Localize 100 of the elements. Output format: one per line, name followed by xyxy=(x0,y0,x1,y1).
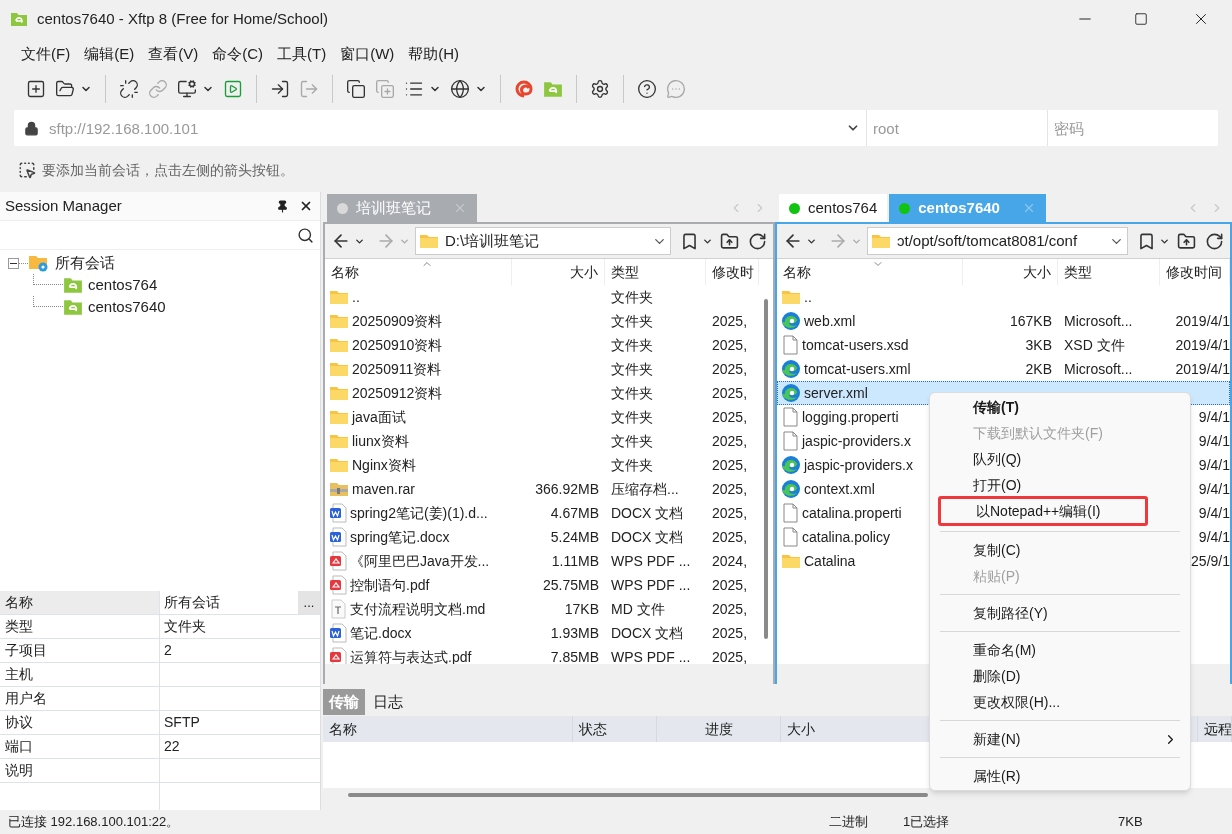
file-type: XSD 文件 xyxy=(1064,335,1125,355)
file-type: DOCX 文档 xyxy=(611,623,684,643)
file-name: spring笔记.docx xyxy=(350,527,450,547)
file-type: DOCX 文档 xyxy=(611,527,684,547)
modified-date: 2025, xyxy=(712,575,748,595)
file-type: 文件夹 xyxy=(611,383,653,403)
modified-date: 9/4/1 xyxy=(1198,479,1230,499)
modified-date: 9/4/1 xyxy=(1198,503,1230,523)
modified-date: 2025, xyxy=(712,647,748,664)
file-name: liunx资料 xyxy=(352,431,409,451)
file-name: catalina.properti xyxy=(802,503,902,523)
file-name: 《阿里巴巴Java开发... xyxy=(350,551,490,571)
modified-date: 2025, xyxy=(712,335,748,355)
file-type: Microsoft... xyxy=(1064,311,1133,331)
modified-date: 2025, xyxy=(712,431,748,451)
hint-text: 要添加当前会话，点击左侧的箭头按钮。 xyxy=(42,160,294,180)
file-name: spring2笔记(姜)(1).d... xyxy=(350,503,488,523)
file-name: 20250912资料 xyxy=(352,383,443,403)
file-type: MD 文件 xyxy=(611,599,665,619)
file-name: 20250911资料 xyxy=(352,359,442,379)
file-name: .. xyxy=(804,287,812,307)
file-type: 文件夹 xyxy=(611,455,653,475)
modified-date: 2025, xyxy=(712,599,748,619)
modified-date: 9/4/1 xyxy=(1198,407,1230,427)
file-type: 文件夹 xyxy=(611,287,653,307)
file-name: web.xml xyxy=(804,311,856,331)
window-title: centos7640 - Xftp 8 (Free for Home/School) xyxy=(37,8,328,29)
file-name: server.xml xyxy=(804,383,868,403)
modified-date: 2019/4/1 xyxy=(1175,311,1230,331)
property-name: 主机 xyxy=(5,665,33,684)
modified-date: 2025, xyxy=(712,359,748,379)
panel-title: Session Manager xyxy=(5,195,123,216)
file-name: 20250910资料 xyxy=(352,335,443,355)
file-type: DOCX 文档 xyxy=(611,503,684,523)
file-type: 压缩存档... xyxy=(611,479,679,499)
modified-date: 2024, xyxy=(712,551,748,571)
property-value: 22 xyxy=(164,737,181,756)
modified-date: 2025, xyxy=(712,479,748,499)
status-text: 二进制 xyxy=(829,813,869,832)
file-name: context.xml xyxy=(804,479,875,499)
status-text: 已连接 192.168.100.101:22。 xyxy=(7,813,181,832)
file-size: 167KB xyxy=(1009,311,1052,331)
file-name: jaspic-providers.x xyxy=(804,455,913,475)
file-name: logging.properti xyxy=(802,407,899,427)
status-text: 7KB xyxy=(1118,813,1143,832)
file-name: maven.rar xyxy=(352,479,416,499)
file-size: 17KB xyxy=(564,599,599,619)
property-value: 所有会话 xyxy=(164,593,221,612)
property-name: 端口 xyxy=(5,737,33,756)
modified-date: 2025, xyxy=(712,503,748,523)
file-size: 2KB xyxy=(1025,359,1052,379)
property-name: 类型 xyxy=(5,617,33,636)
file-size: 366.92MB xyxy=(535,479,599,499)
file-type: WPS PDF ... xyxy=(611,575,691,595)
file-name: Nginx资料 xyxy=(352,455,416,475)
property-value: 文件夹 xyxy=(164,617,207,636)
modified-date: 2025, xyxy=(712,407,748,427)
property-name: 子项目 xyxy=(5,641,47,660)
status-text: 1已选择 xyxy=(903,813,951,832)
property-name: 名称 xyxy=(5,593,33,612)
file-size: 3KB xyxy=(1025,335,1052,355)
file-type: 文件夹 xyxy=(611,311,653,331)
file-name: .. xyxy=(352,287,360,307)
property-value: SFTP xyxy=(164,713,201,732)
property-name: 协议 xyxy=(5,713,33,732)
file-size: 1.93MB xyxy=(550,623,599,643)
modified-date: 2025, xyxy=(712,623,748,643)
modified-date: 2019/4/1 xyxy=(1175,359,1230,379)
modified-date: 2025, xyxy=(712,383,748,403)
modified-date: 9/4/1 xyxy=(1198,431,1230,451)
file-size: 7.85MB xyxy=(550,647,599,664)
file-size: 5.24MB xyxy=(550,527,599,547)
file-name: catalina.policy xyxy=(802,527,890,547)
property-name: 用户名 xyxy=(5,689,47,708)
file-name: tomcat-users.xml xyxy=(804,359,911,379)
file-name: tomcat-users.xsd xyxy=(802,335,909,355)
file-name: 笔记.docx xyxy=(350,623,412,643)
file-type: 文件夹 xyxy=(611,407,653,427)
file-type: WPS PDF ... xyxy=(611,647,691,664)
file-size: 25.75MB xyxy=(542,575,599,595)
file-type: Microsoft... xyxy=(1064,359,1133,379)
file-name: 运算符与表达式.pdf xyxy=(350,647,472,664)
modified-date: 9/4/1 xyxy=(1198,527,1230,547)
modified-date: 2025, xyxy=(712,455,748,475)
file-name: jaspic-providers.x xyxy=(802,431,911,451)
modified-date: 25/9/1 xyxy=(1191,551,1230,571)
file-type: 文件夹 xyxy=(611,335,653,355)
modified-date: 2025, xyxy=(712,311,748,331)
file-name: 20250909资料 xyxy=(352,311,443,331)
property-value: 2 xyxy=(164,641,173,660)
file-size: 1.11MB xyxy=(551,551,599,571)
file-name: 控制语句.pdf xyxy=(350,575,430,595)
file-name: Catalina xyxy=(804,551,856,571)
property-name: 说明 xyxy=(5,761,33,780)
file-type: 文件夹 xyxy=(611,359,653,379)
modified-date: 9/4/1 xyxy=(1198,455,1230,475)
modified-date: 2025, xyxy=(712,527,748,547)
file-size: 4.67MB xyxy=(550,503,599,523)
file-name: java面试 xyxy=(352,407,406,427)
modified-date: 2019/4/1 xyxy=(1175,335,1230,355)
